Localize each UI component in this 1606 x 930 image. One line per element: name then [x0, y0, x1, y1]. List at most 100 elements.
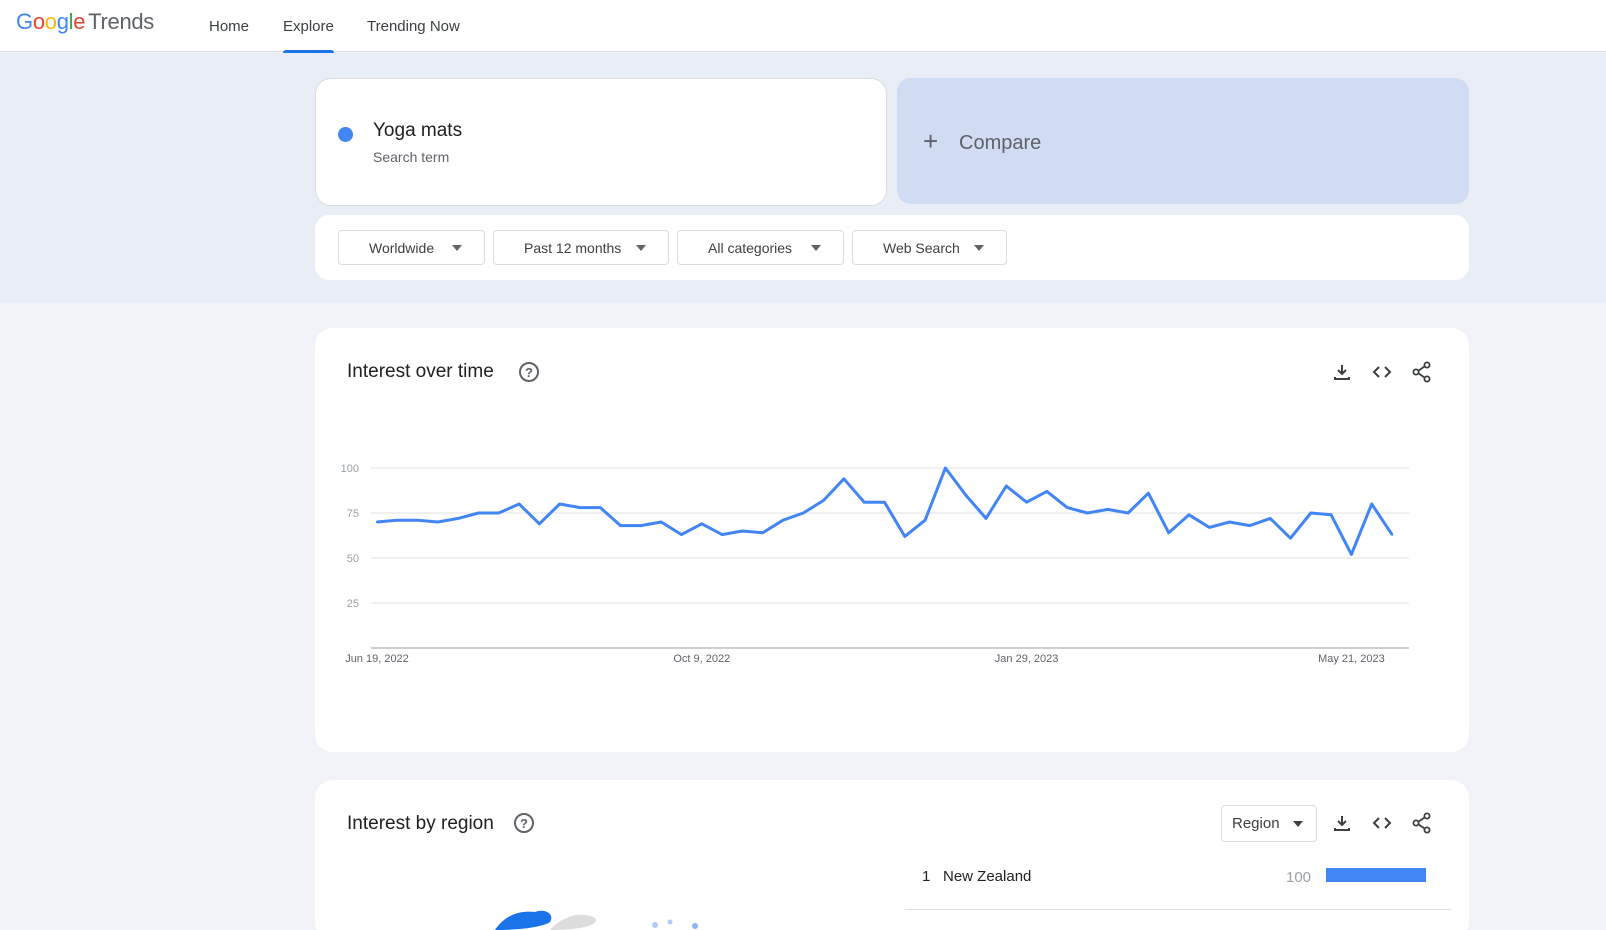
- top-app-bar: Google Trends Home Explore Trending Now: [0, 0, 1606, 53]
- help-icon[interactable]: ?: [519, 362, 539, 382]
- data-point: [578, 506, 582, 509]
- embed-icon[interactable]: [1368, 809, 1396, 837]
- data-point: [863, 501, 866, 504]
- region-row[interactable]: 1 New Zealand 100: [905, 860, 1451, 910]
- caret-down-icon: [974, 245, 984, 251]
- caret-down-icon: [636, 245, 646, 251]
- data-point: [1248, 524, 1252, 527]
- x-tick-label: Oct 9, 2022: [673, 653, 730, 665]
- region-rank: 1: [922, 868, 931, 885]
- region-value-bar: [1326, 868, 1426, 882]
- data-point: [1167, 531, 1170, 534]
- help-icon[interactable]: ?: [514, 813, 534, 833]
- data-point: [822, 499, 825, 502]
- data-point: [457, 517, 460, 520]
- search-term-name[interactable]: Yoga mats: [373, 120, 462, 142]
- share-icon[interactable]: [1408, 809, 1436, 837]
- region-name[interactable]: New Zealand: [943, 868, 1031, 885]
- google-trends-logo[interactable]: Google Trends: [16, 9, 154, 35]
- data-point: [1390, 533, 1394, 536]
- data-point: [558, 502, 561, 506]
- data-point: [1086, 511, 1089, 515]
- data-point: [396, 519, 399, 522]
- interest-by-region-title: Interest by region: [347, 813, 494, 834]
- caret-down-icon: [811, 245, 821, 251]
- x-tick-label: Jan 29, 2023: [995, 653, 1059, 665]
- nav-explore[interactable]: Explore: [283, 0, 334, 53]
- data-point: [538, 522, 541, 525]
- caret-down-icon: [1293, 821, 1303, 827]
- data-point: [1045, 490, 1049, 493]
- y-tick-label: 100: [341, 463, 359, 475]
- term-color-dot: [338, 127, 353, 142]
- data-point: [944, 466, 947, 470]
- series-line: [376, 466, 1394, 556]
- embed-icon[interactable]: [1368, 358, 1396, 386]
- data-point: [1228, 520, 1231, 524]
- data-point: [1066, 506, 1069, 509]
- data-point: [1208, 526, 1211, 529]
- data-point: [1309, 511, 1312, 515]
- data-point: [1147, 492, 1150, 495]
- nav-trending-now[interactable]: Trending Now: [367, 0, 460, 52]
- share-icon[interactable]: [1408, 358, 1436, 386]
- caret-down-icon: [452, 245, 462, 251]
- download-icon[interactable]: [1328, 809, 1356, 837]
- region-value: 100: [1286, 869, 1312, 886]
- y-tick-label: 75: [347, 508, 359, 520]
- interest-by-region-card: Interest by region ? Region 1 New Zealan…: [315, 780, 1469, 930]
- region-value-bar-fill: [1326, 868, 1426, 882]
- data-point: [741, 529, 744, 533]
- data-point: [599, 506, 602, 509]
- data-point: [1350, 553, 1353, 556]
- data-point: [639, 524, 643, 527]
- x-tick-label: Jun 19, 2022: [345, 653, 409, 665]
- filter-time-range[interactable]: Past 12 months: [493, 230, 669, 265]
- filter-category-label: All categories: [708, 239, 793, 256]
- download-icon[interactable]: [1328, 358, 1356, 386]
- data-point: [619, 524, 622, 527]
- data-point: [1025, 501, 1028, 504]
- data-point: [903, 535, 906, 538]
- interest-over-time-title: Interest over time: [347, 361, 494, 382]
- data-point: [416, 519, 419, 522]
- search-term-card[interactable]: Yoga mats Search term: [315, 78, 887, 206]
- data-point: [923, 519, 927, 522]
- data-point: [781, 519, 785, 522]
- search-term-subtitle: Search term: [373, 149, 450, 165]
- data-point: [1329, 513, 1333, 516]
- filter-search-type-label: Web Search: [883, 239, 960, 256]
- data-point: [375, 520, 379, 524]
- filter-category[interactable]: All categories: [677, 230, 844, 265]
- region-resolution-label: Region: [1232, 815, 1280, 832]
- data-point: [1370, 502, 1373, 506]
- data-point: [883, 501, 886, 504]
- data-point: [1187, 513, 1191, 516]
- data-point: [1005, 484, 1008, 488]
- data-point: [1126, 511, 1130, 515]
- filter-search-type[interactable]: Web Search: [852, 230, 1007, 265]
- data-point: [964, 493, 967, 497]
- y-tick-label: 50: [347, 553, 359, 565]
- data-point: [477, 511, 480, 515]
- plus-icon: +: [923, 126, 939, 156]
- filter-time-range-label: Past 12 months: [524, 239, 622, 256]
- data-point: [660, 520, 663, 524]
- data-point: [1269, 517, 1272, 520]
- compare-button[interactable]: + Compare: [897, 78, 1469, 204]
- data-point: [680, 533, 683, 536]
- x-tick-label: May 21, 2023: [1318, 653, 1385, 665]
- interest-over-time-chart[interactable]: 100 75 50 25 Jun 19, 2022 Oct 9, 2022 Jan 29, …: [315, 458, 1469, 758]
- filter-bar: Worldwide Past 12 months All categories …: [315, 215, 1469, 280]
- interest-over-time-card: Interest over time ? 100 75 50 25 Jun 19, 20…: [315, 328, 1469, 752]
- data-point: [1289, 537, 1292, 540]
- filter-location[interactable]: Worldwide: [338, 230, 485, 265]
- data-point: [720, 533, 724, 536]
- data-point: [802, 511, 805, 515]
- data-point: [497, 511, 500, 515]
- region-resolution-select[interactable]: Region: [1221, 805, 1317, 842]
- data-point: [984, 517, 988, 520]
- data-point: [517, 502, 521, 506]
- nav-home[interactable]: Home: [209, 0, 249, 52]
- region-map[interactable]: [465, 890, 765, 930]
